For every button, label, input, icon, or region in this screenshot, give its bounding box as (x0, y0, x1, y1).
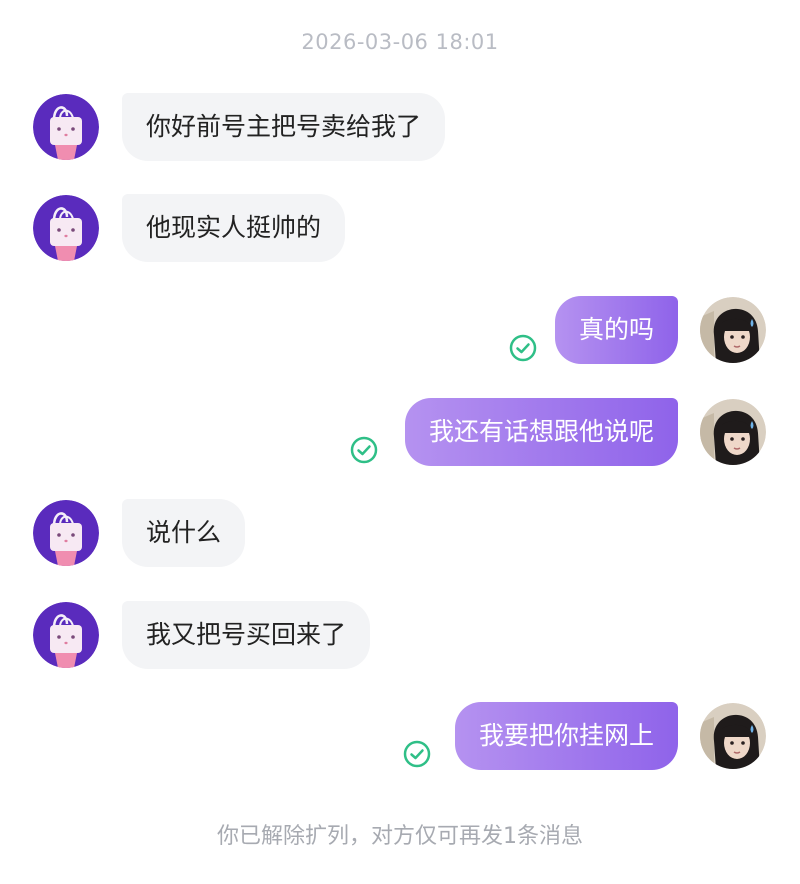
robot-mascot-icon (33, 195, 99, 261)
user-avatar[interactable] (700, 399, 766, 465)
chat-timestamp: 2026-03-06 18:01 (301, 30, 499, 54)
robot-mascot-icon (33, 602, 99, 668)
message-bubble-incoming[interactable]: 说什么 (122, 499, 246, 567)
user-avatar[interactable] (700, 703, 766, 769)
message-bubble-incoming[interactable]: 他现实人挺帅的 (122, 194, 346, 262)
message-row: 他现实人挺帅的 (0, 192, 800, 264)
user-photo-avatar (700, 703, 766, 769)
message-bubble-incoming[interactable]: 我又把号买回来了 (122, 601, 371, 669)
system-notice: 你已解除扩列，对方仅可再发1条消息 (217, 824, 583, 849)
contact-avatar[interactable] (33, 500, 99, 566)
robot-mascot-icon (33, 94, 99, 160)
message-bubble-outgoing[interactable]: 真的吗 (554, 296, 678, 364)
message-row: 我还有话想跟他说呢 (0, 396, 800, 468)
user-photo-avatar (700, 399, 766, 465)
message-row: 我又把号买回来了 (0, 599, 800, 671)
message-row: 说什么 (0, 497, 800, 569)
user-photo-avatar (700, 297, 766, 363)
message-row: 你好前号主把号卖给我了 (0, 91, 800, 163)
user-avatar[interactable] (700, 297, 766, 363)
message-bubble-outgoing[interactable]: 我还有话想跟他说呢 (404, 398, 678, 466)
read-check-icon (403, 740, 431, 768)
read-check-icon (509, 334, 537, 362)
message-bubble-outgoing[interactable]: 我要把你挂网上 (454, 702, 678, 770)
contact-avatar[interactable] (33, 602, 99, 668)
message-row: 真的吗 (0, 294, 800, 366)
contact-avatar[interactable] (33, 195, 99, 261)
contact-avatar[interactable] (33, 94, 99, 160)
read-check-icon (350, 436, 378, 464)
message-bubble-incoming[interactable]: 你好前号主把号卖给我了 (122, 93, 446, 161)
robot-mascot-icon (33, 500, 99, 566)
message-row: 我要把你挂网上 (0, 700, 800, 772)
